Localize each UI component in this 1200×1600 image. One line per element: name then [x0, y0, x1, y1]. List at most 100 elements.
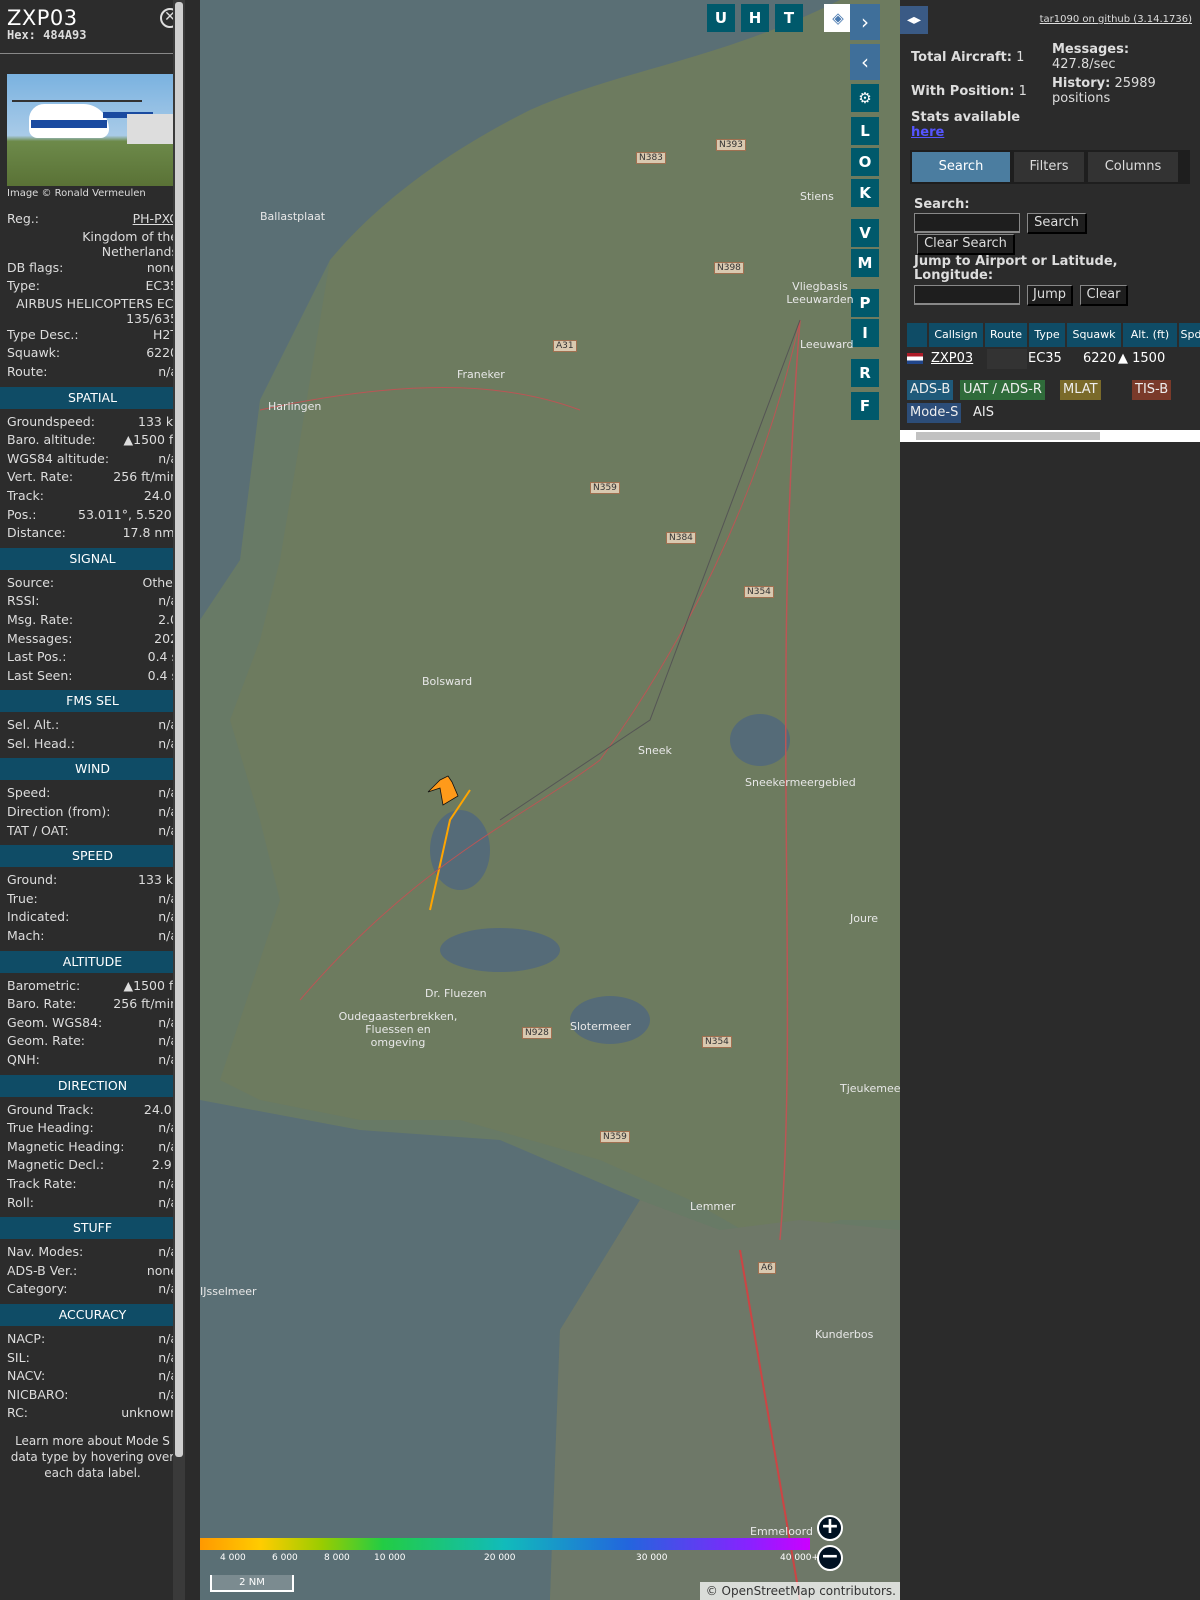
jump-label: Jump to Airport or Latitude, Longitude:: [914, 254, 1118, 283]
map-button-t[interactable]: T: [775, 4, 803, 32]
type-header[interactable]: Type: [1029, 323, 1065, 347]
spatial-row: WGS84 altitude: n/a: [0, 450, 185, 469]
altitude-scale-label: 20 000: [484, 1553, 516, 1563]
chevron-right-icon[interactable]: ›: [850, 4, 880, 40]
map-attribution: © OpenStreetMap contributors.: [700, 1582, 900, 1600]
map-button-m[interactable]: M: [851, 249, 879, 277]
clear-button[interactable]: Clear: [1080, 285, 1128, 306]
direction-label: Track Rate:: [7, 1175, 77, 1191]
split-toggle-icon[interactable]: ◂▸: [900, 6, 928, 34]
layers-icon[interactable]: ◈: [824, 4, 852, 32]
tab-columns[interactable]: Columns: [1088, 152, 1178, 182]
road-label: N398: [714, 262, 744, 274]
search-button[interactable]: Search: [1027, 213, 1087, 234]
map-button-h[interactable]: H: [741, 4, 769, 32]
signal-row: Msg. Rate: 2.0: [0, 611, 185, 630]
direction-row: Magnetic Heading: n/a: [0, 1138, 185, 1157]
clear-search-button[interactable]: Clear Search: [917, 234, 1015, 255]
accuracy-label: RC:: [7, 1405, 29, 1421]
signal-label: Msg. Rate:: [7, 611, 74, 627]
spatial-value: 17.8 nmi: [122, 525, 178, 541]
map-place-label: Ballastplaat: [260, 210, 326, 223]
hex-code: Hex: 484A93: [7, 28, 171, 42]
map-button-v[interactable]: V: [851, 219, 879, 247]
zoom-out-button[interactable]: −: [817, 1545, 843, 1571]
with-position-label: With Position:: [911, 84, 1015, 99]
map-button-k[interactable]: K: [851, 179, 879, 207]
table-callsign-link[interactable]: ZXP03: [931, 349, 973, 369]
squawk-header[interactable]: Squawk: [1067, 323, 1121, 347]
hex-value: 484A93: [43, 28, 87, 42]
road-label: A31: [553, 340, 577, 352]
map-button-f[interactable]: F: [851, 392, 879, 420]
map-place-label: Joure: [850, 912, 878, 925]
source-badge: UAT / ADS-R: [960, 380, 1045, 400]
chevron-left-icon[interactable]: ‹: [850, 44, 880, 80]
total-aircraft-label: Total Aircraft:: [911, 50, 1012, 65]
map-button-l[interactable]: L: [851, 117, 879, 145]
map-button-r[interactable]: R: [851, 359, 879, 387]
direction-row: Ground Track: 24.0°: [0, 1101, 185, 1120]
spatial-value: ▲1500 ft: [123, 432, 178, 448]
spatial-label: Track:: [7, 487, 44, 503]
route-row: Route: n/a: [0, 363, 185, 382]
map-button-i[interactable]: I: [851, 319, 879, 347]
map-place-label: Leeuward: [800, 338, 854, 351]
direction-row: True Heading: n/a: [0, 1119, 185, 1138]
flag-column-header: [907, 323, 927, 347]
altitude-row: QNH: n/a: [0, 1051, 185, 1070]
gear-icon[interactable]: ⚙: [851, 84, 879, 112]
route-label: Route:: [7, 363, 48, 379]
speed-label: Ground:: [7, 872, 58, 888]
jump-input[interactable]: [914, 285, 1020, 305]
road-label: N393: [716, 139, 746, 151]
callsign-header[interactable]: Callsign: [929, 323, 983, 347]
fms-label: Sel. Head.:: [7, 735, 75, 751]
map-place-label: Vliegbasis Leeuwarden: [786, 280, 854, 306]
search-input[interactable]: [914, 213, 1020, 233]
spatial-row: Distance: 17.8 nmi: [0, 524, 185, 543]
map-canvas[interactable]: [200, 0, 900, 1600]
version-link[interactable]: tar1090 on github (3.14.1736): [1040, 14, 1192, 25]
map-button-u[interactable]: U: [707, 4, 735, 32]
section-header-spatial: SPATIAL: [0, 386, 185, 409]
registration-link[interactable]: PH-PXC: [133, 210, 178, 229]
typedesc-row: Type Desc.: H2T: [0, 326, 185, 345]
map-button-o[interactable]: O: [851, 148, 879, 176]
wind-label: Direction (from):: [7, 804, 111, 820]
altitude-header[interactable]: Alt. (ft): [1123, 323, 1177, 347]
map-view[interactable]: U H T ◈ › ‹ ⚙ L O K V M P I R F + − Ball…: [200, 0, 900, 1600]
wind-label: Speed:: [7, 785, 51, 801]
road-label: N384: [666, 532, 696, 544]
aircraft-info-sidebar: ZXP03 Hex: 484A93 ✕ Image © Ronald Verme…: [0, 0, 185, 1600]
speed-header[interactable]: Spd: [1179, 323, 1200, 347]
accuracy-row: NICBARO: n/a: [0, 1386, 185, 1405]
sidebar-scroll-thumb[interactable]: [175, 2, 183, 1457]
direction-row: Roll: n/a: [0, 1194, 185, 1213]
zoom-in-button[interactable]: +: [817, 1515, 843, 1541]
with-position: With Position: 1: [911, 84, 1027, 99]
stats-link[interactable]: here: [911, 125, 944, 140]
stuff-row: Nav. Modes: n/a: [0, 1243, 185, 1262]
tab-filters[interactable]: Filters: [1014, 152, 1084, 182]
map-place-label: Stiens: [800, 190, 834, 203]
road-label: N354: [744, 586, 774, 598]
flag-icon: [907, 349, 925, 369]
table-scroll-thumb[interactable]: [916, 432, 1100, 440]
altitude-value: ▲1500 ft: [123, 977, 178, 993]
tab-search[interactable]: Search: [912, 152, 1010, 182]
accuracy-row: RC: unknown: [0, 1404, 185, 1423]
route-header[interactable]: Route: [985, 323, 1027, 347]
road-label: N383: [636, 152, 666, 164]
jump-button[interactable]: Jump: [1027, 285, 1073, 306]
sidebar-scrollbar[interactable]: [173, 0, 185, 1600]
accuracy-row: SIL: n/a: [0, 1349, 185, 1368]
fms-row: Sel. Alt.: n/a: [0, 716, 185, 735]
country: Kingdom of the Netherlands: [82, 228, 178, 259]
distance-scale: 2 NM: [210, 1575, 294, 1592]
aircraft-photo[interactable]: [7, 74, 178, 186]
speed-label: Mach:: [7, 928, 45, 944]
altitude-label: QNH:: [7, 1052, 40, 1067]
table-horizontal-scrollbar[interactable]: [900, 430, 1200, 442]
direction-label: Magnetic Heading:: [7, 1138, 125, 1154]
